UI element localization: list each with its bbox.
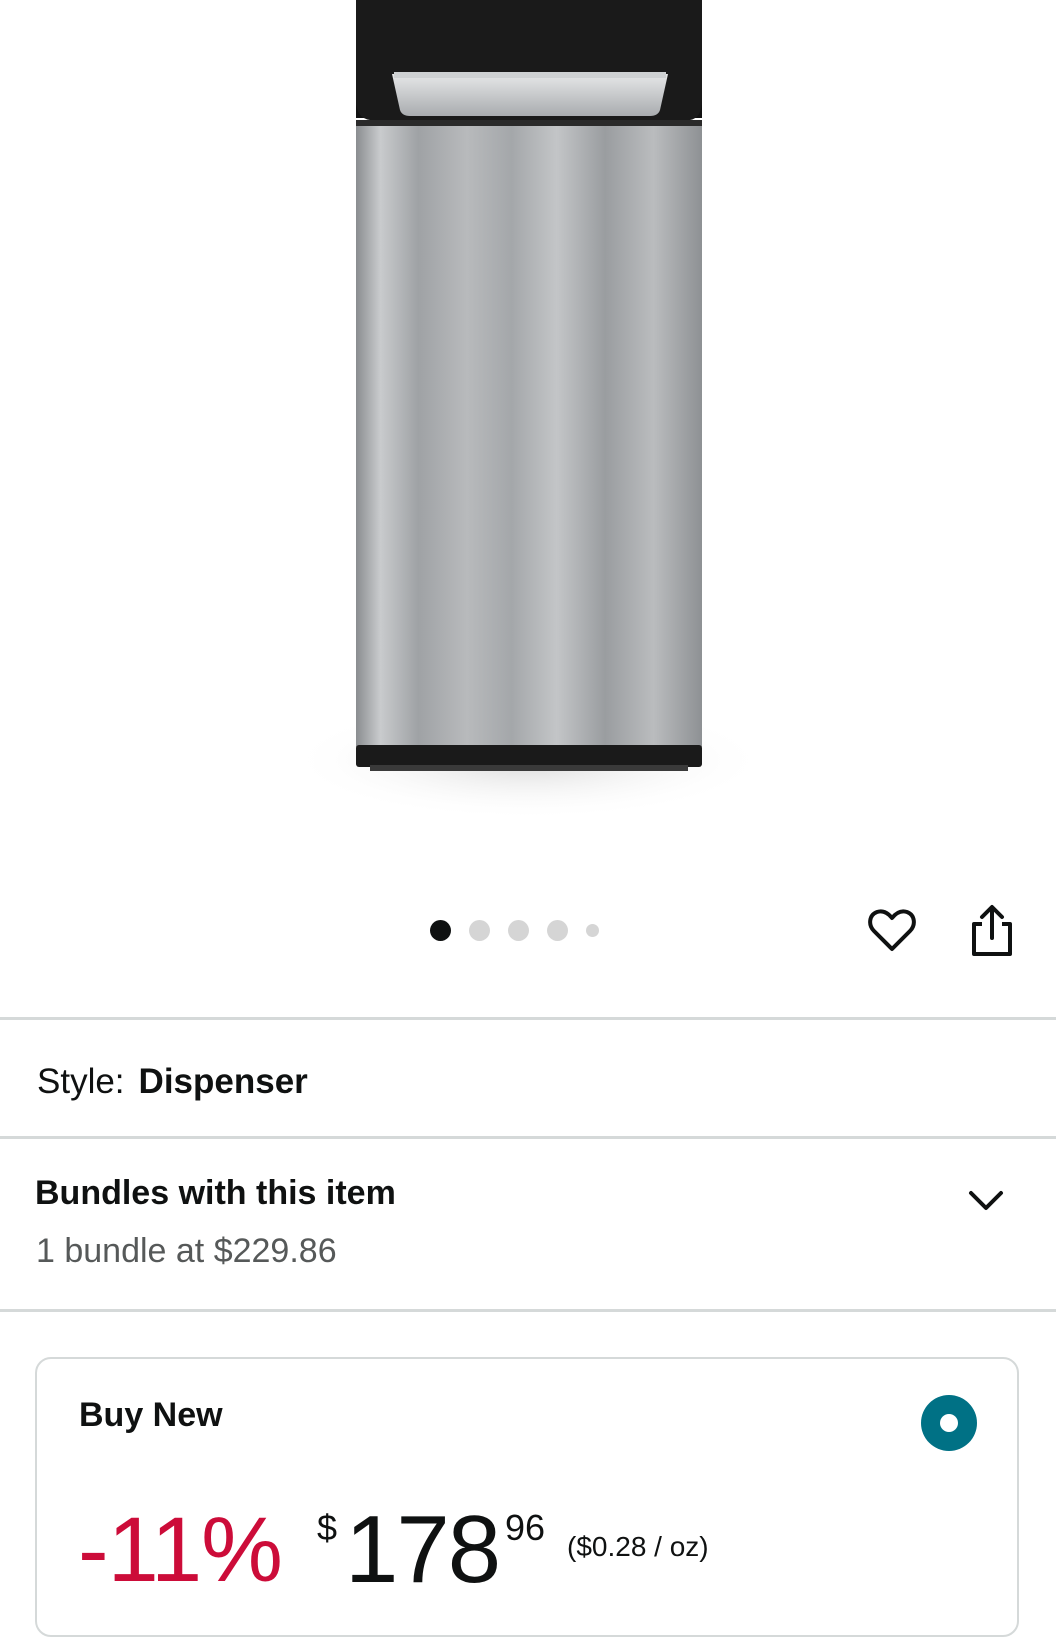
style-value: Dispenser [138,1062,308,1101]
divider [0,1017,1056,1020]
discount-percent: -11% [78,1499,283,1601]
divider [0,1136,1056,1139]
style-label: Style: [37,1062,125,1101]
carousel-dot[interactable] [430,919,451,941]
share-icon[interactable] [966,902,1018,958]
bundles-subtitle: 1 bundle at $229.86 [36,1232,337,1270]
chevron-down-icon[interactable] [966,1185,1006,1215]
carousel-dot[interactable] [547,919,568,941]
unit-price: ($0.28 / oz) [567,1531,709,1562]
bundles-title[interactable]: Bundles with this item [35,1172,396,1214]
divider [0,1309,1056,1312]
carousel-dots[interactable] [430,919,617,941]
price-fraction: 96 [505,1507,546,1548]
product-image[interactable] [0,0,1056,880]
price-currency-symbol: $ [317,1507,338,1548]
price-whole: 178 [345,1496,501,1603]
carousel-dot[interactable] [508,919,529,941]
buy-new-radio[interactable] [921,1395,977,1451]
carousel-dot[interactable] [469,919,490,941]
carousel-dot[interactable] [586,923,599,937]
style-selector[interactable]: Style: Dispenser [37,1060,308,1104]
heart-icon[interactable] [866,904,918,956]
buy-new-label: Buy New [79,1396,223,1434]
